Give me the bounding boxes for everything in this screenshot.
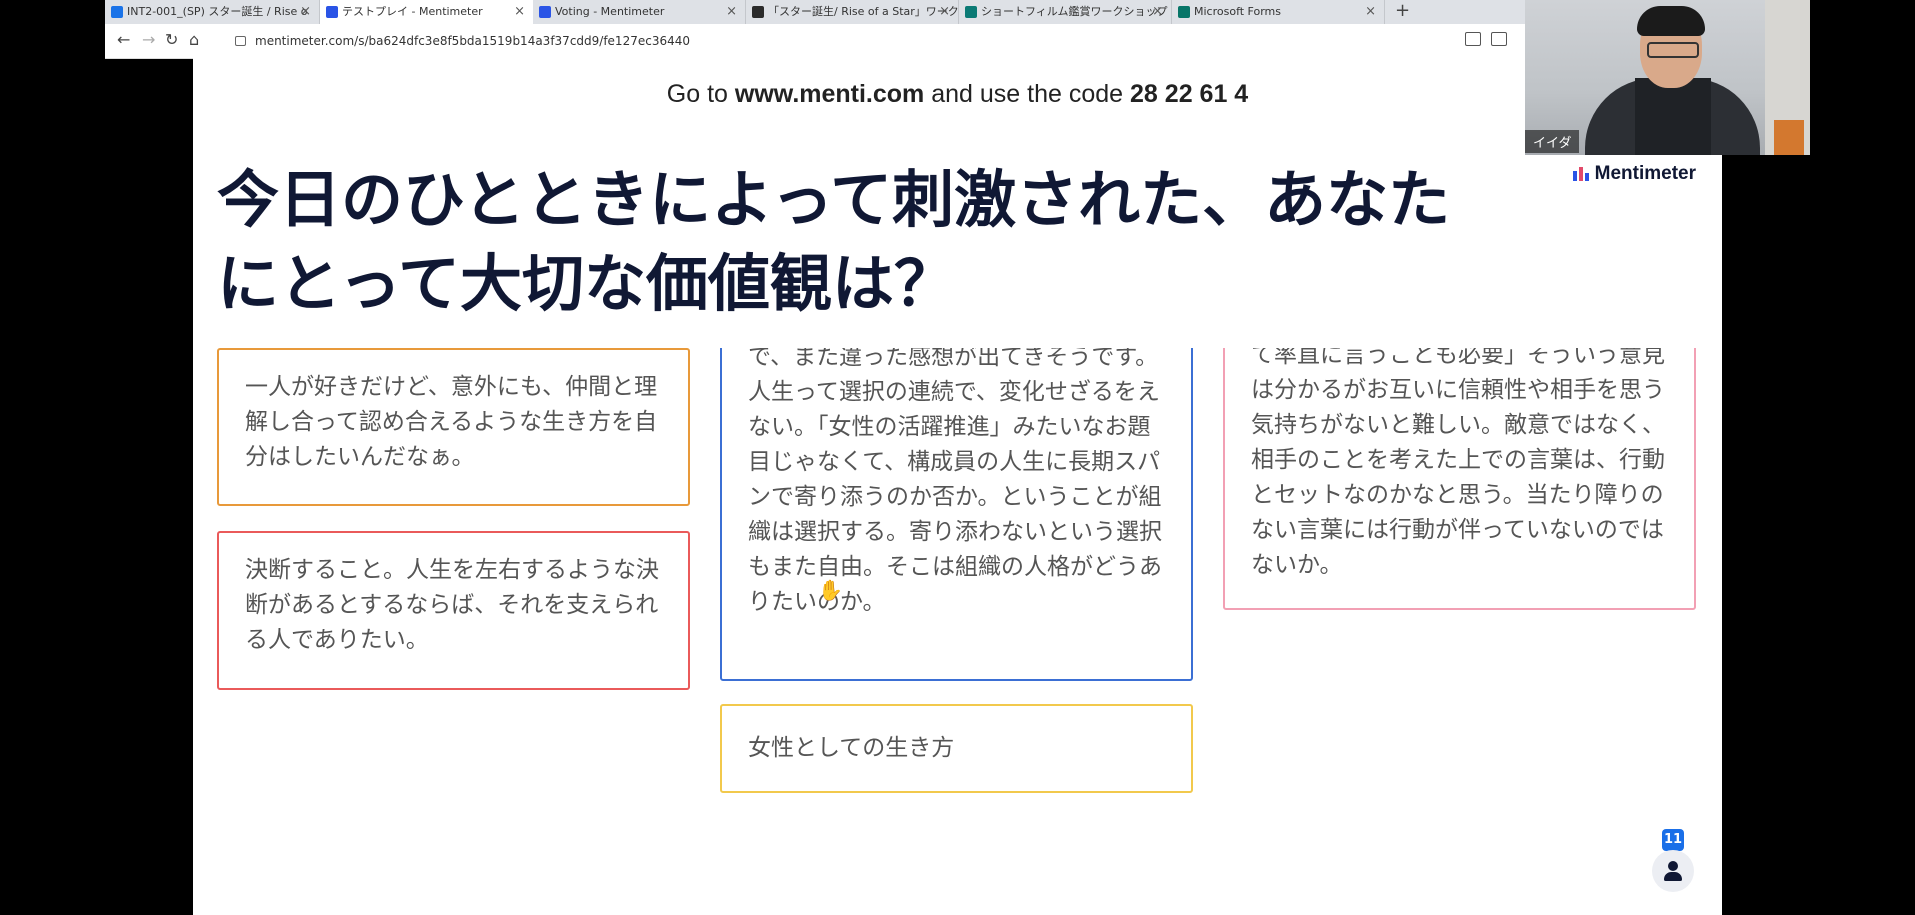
close-tab-icon[interactable]: × [1365, 0, 1376, 24]
tab-title: 「スター誕生/ Rise of a Star」ワーク [768, 5, 959, 18]
tab-title: テストプレイ - Mentimeter [342, 5, 483, 18]
participant-count-badge: 11 [1662, 829, 1684, 851]
browser-tab[interactable]: Microsoft Forms × [1172, 0, 1385, 24]
speaker-hair [1637, 6, 1705, 36]
join-instructions: Go to www.menti.com and use the code 28 … [193, 80, 1722, 109]
browser-toolbar: ← → ↻ ⌂ mentimeter.com/s/ba624dfc3e8f5bd… [105, 24, 1525, 59]
browser-tab[interactable]: Voting - Mentimeter × [533, 0, 746, 24]
mentimeter-icon [326, 6, 338, 18]
join-prefix: Go to [666, 80, 728, 108]
response-card: 決断すること。人生を左右するような決断があるとするならば、それを支えられる人であ… [217, 531, 690, 690]
back-arrow-icon[interactable]: ← [117, 30, 130, 49]
tab-title: ショートフィルム鑑賞ワークショップ（全 [981, 5, 1172, 18]
webcam-video: イイダ [1525, 0, 1810, 155]
response-card: 女性としての生き方 [720, 704, 1193, 793]
lock-icon [235, 36, 246, 46]
document-icon [752, 6, 764, 18]
person-icon-body [1664, 872, 1682, 881]
vimeo-icon [111, 6, 123, 18]
cast-icon[interactable] [1465, 32, 1481, 46]
new-tab-icon[interactable]: + [1395, 0, 1410, 22]
join-middle: and use the code [931, 80, 1124, 108]
brand-name: Mentimeter [1594, 163, 1696, 184]
forward-arrow-icon[interactable]: → [142, 30, 155, 49]
join-site: www.menti.com [734, 80, 925, 108]
speaker-glasses [1647, 42, 1699, 58]
response-text: で、また違った感想が出てきそうです。人生って選択の連続で、変化せざるをえない。「… [748, 348, 1162, 615]
close-tab-icon[interactable]: × [300, 0, 311, 24]
close-tab-icon[interactable]: × [726, 0, 737, 24]
response-text: て率直に言うことも必要」そういう意見は分かるがお互いに信頼性や相手を思う気持ちが… [1251, 348, 1665, 578]
tab-title: Microsoft Forms [1194, 5, 1281, 18]
response-text: 決断すること。人生を左右するような決断があるとするならば、それを支えられる人であ… [245, 557, 659, 653]
speaker-name-label: イイダ [1525, 130, 1580, 153]
reload-icon[interactable]: ↻ [165, 30, 178, 49]
close-tab-icon[interactable]: × [514, 0, 525, 24]
background-object [1774, 120, 1804, 155]
response-text: 一人が好きだけど、意外にも、仲間と理解し合って認め合えるような生き方を自分はした… [245, 374, 658, 470]
presentation-slide: Go to www.menti.com and use the code 28 … [193, 58, 1722, 915]
forms-icon [1178, 6, 1190, 18]
close-tab-icon[interactable]: × [939, 0, 950, 24]
participants-button[interactable] [1652, 850, 1694, 892]
response-card: て率直に言うことも必要」そういう意見は分かるがお互いに信頼性や相手を思う気持ちが… [1223, 348, 1696, 610]
pointer-cursor-icon: ✋ [818, 578, 843, 602]
tab-title: INT2-001_(SP) スター誕生 / Rise o [127, 5, 308, 18]
home-icon[interactable]: ⌂ [189, 30, 199, 49]
browser-tab-strip: INT2-001_(SP) スター誕生 / Rise o × テストプレイ - … [105, 0, 1525, 24]
browser-tab[interactable]: INT2-001_(SP) スター誕生 / Rise o × [105, 0, 320, 24]
responses-grid: 一人が好きだけど、意外にも、仲間と理解し合って認め合えるような生き方を自分はした… [193, 348, 1722, 915]
extension-icon[interactable] [1491, 32, 1507, 46]
response-card: で、また違った感想が出てきそうです。人生って選択の連続で、変化せざるをえない。「… [720, 348, 1193, 681]
speaker-vest [1635, 78, 1711, 155]
url-text[interactable]: mentimeter.com/s/ba624dfc3e8f5bda1519b14… [255, 29, 690, 53]
browser-tab[interactable]: 「スター誕生/ Rise of a Star」ワーク × [746, 0, 959, 24]
mentimeter-icon [539, 6, 551, 18]
tab-title: Voting - Mentimeter [555, 5, 665, 18]
response-text: 女性としての生き方 [748, 735, 955, 761]
response-card: 一人が好きだけど、意外にも、仲間と理解し合って認め合えるような生き方を自分はした… [217, 348, 690, 506]
close-tab-icon[interactable]: × [1152, 0, 1163, 24]
browser-tab-active[interactable]: テストプレイ - Mentimeter × [320, 0, 533, 24]
mentimeter-logo-icon [1572, 166, 1589, 181]
question-title: 今日のひとときによって刺激された、あなたにとって大切な価値観は？ [217, 163, 1451, 320]
browser-tab[interactable]: ショートフィルム鑑賞ワークショップ（全 × [959, 0, 1172, 24]
forms-icon [965, 6, 977, 18]
person-icon [1668, 861, 1678, 871]
join-code: 28 22 61 4 [1130, 80, 1249, 108]
address-bar[interactable]: mentimeter.com/s/ba624dfc3e8f5bda1519b14… [235, 29, 1535, 53]
mentimeter-logo: Mentimeter [1572, 163, 1696, 185]
